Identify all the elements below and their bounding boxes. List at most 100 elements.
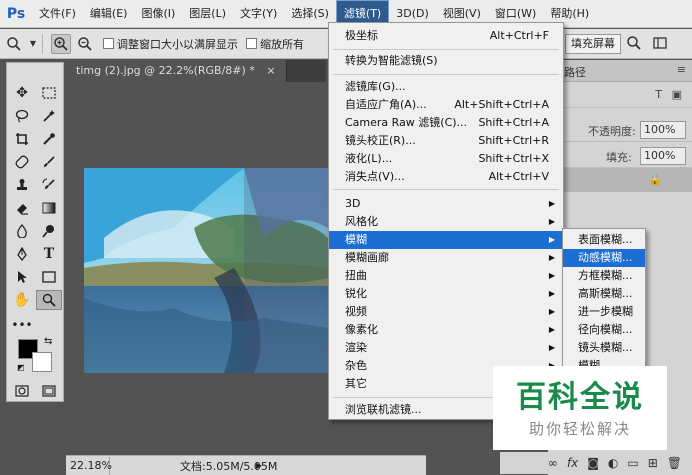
opacity-input[interactable]: 100% xyxy=(640,121,686,139)
opacity-label: 不透明度: xyxy=(588,125,636,138)
type-tool-icon[interactable]: T xyxy=(36,244,62,264)
submenu-arrow-icon: ▶ xyxy=(548,199,555,208)
menu-item-label: 镜头校正(R)... xyxy=(345,134,416,147)
menu-item-liquify[interactable]: 液化(L)... Shift+Ctrl+X xyxy=(329,150,563,168)
panel-menu-icon[interactable]: ≡ xyxy=(677,63,686,76)
group-icon[interactable]: ▭ xyxy=(627,456,638,470)
more-tools-icon[interactable]: ••• xyxy=(9,315,35,335)
layer-mask-icon[interactable]: ◙ xyxy=(587,456,599,470)
default-colors-icon[interactable]: ◩ xyxy=(17,363,25,372)
menu-layer[interactable]: 图层(L) xyxy=(182,0,233,28)
document-tab[interactable]: timg (2).jpg @ 22.2%(RGB/8#) * × xyxy=(66,60,287,82)
layer-row[interactable]: 🔒 xyxy=(548,168,692,192)
dodge-tool-icon[interactable] xyxy=(36,221,62,241)
fill-screen-button[interactable]: 填充屏幕 xyxy=(565,34,621,54)
submenu-arrow-icon: ▶ xyxy=(548,343,555,352)
filter-kind-row: ▣ T xyxy=(548,84,692,108)
submenu-item-radial-blur[interactable]: 径向模糊... xyxy=(563,321,645,339)
menu-item-filter-gallery[interactable]: 滤镜库(G)... xyxy=(329,78,563,96)
menu-item-blur[interactable]: 模糊 ▶ xyxy=(329,231,563,249)
fill-input[interactable]: 100% xyxy=(640,147,686,165)
menu-item-video[interactable]: 视频 ▶ xyxy=(329,303,563,321)
menu-edit[interactable]: 编辑(E) xyxy=(83,0,135,28)
menu-item-render[interactable]: 渲染 ▶ xyxy=(329,339,563,357)
chevron-down-icon[interactable]: ▼ xyxy=(28,34,38,54)
history-brush-tool-icon[interactable] xyxy=(36,175,62,195)
crop-tool-icon[interactable] xyxy=(9,129,35,149)
zoom-tool-icon[interactable] xyxy=(36,290,62,310)
checkbox-box[interactable] xyxy=(246,38,257,49)
rectangle-tool-icon[interactable] xyxy=(36,267,62,287)
background-color-swatch[interactable] xyxy=(32,352,52,372)
menu-item-label: 模糊画廊 xyxy=(345,251,389,264)
chevron-right-icon[interactable]: ▶ xyxy=(256,461,262,470)
menu-item-stylize[interactable]: 风格化 ▶ xyxy=(329,213,563,231)
magic-wand-tool-icon[interactable] xyxy=(36,106,62,126)
submenu-item-surface-blur[interactable]: 表面模糊... xyxy=(563,231,645,249)
fill-label: 填充: xyxy=(606,151,632,164)
layers-panel-footer: ∞ fx ◙ ◐ ▭ ⊞ 🗑 xyxy=(500,452,692,474)
menu-item-lens-correction[interactable]: 镜头校正(R)... Shift+Ctrl+R xyxy=(329,132,563,150)
zoom-out-icon[interactable] xyxy=(75,34,95,54)
pen-tool-icon[interactable] xyxy=(9,244,35,264)
document-size: 文档:5.05M/5.05M xyxy=(180,459,278,473)
search-icon[interactable] xyxy=(624,33,644,53)
submenu-item-motion-blur[interactable]: 动感模糊... xyxy=(563,249,645,267)
checkbox-box[interactable] xyxy=(103,38,114,49)
panel-tab-bar: 路径 ≡ xyxy=(548,60,692,82)
adjustment-layer-icon[interactable]: ◐ xyxy=(608,456,618,470)
blur-submenu: 表面模糊... 动感模糊... 方框模糊... 高斯模糊... 进一步模糊 径向… xyxy=(562,228,646,369)
blur-tool-icon[interactable] xyxy=(9,221,35,241)
link-layers-icon[interactable]: ∞ xyxy=(548,456,558,470)
menu-item-adaptive-wide-angle[interactable]: 自适应广角(A)... Alt+Shift+Ctrl+A xyxy=(329,96,563,114)
path-selection-tool-icon[interactable] xyxy=(9,267,35,287)
menu-item-blur-gallery[interactable]: 模糊画廊 ▶ xyxy=(329,249,563,267)
zoom-level-field[interactable]: 22.18% xyxy=(66,456,112,475)
canvas-image[interactable] xyxy=(84,168,328,373)
quick-mask-icon[interactable] xyxy=(9,381,35,401)
menu-item-distort[interactable]: 扭曲 ▶ xyxy=(329,267,563,285)
hand-tool-icon[interactable]: ✋ xyxy=(9,290,35,310)
lasso-tool-icon[interactable] xyxy=(9,106,35,126)
submenu-item-blur-more[interactable]: 进一步模糊 xyxy=(563,303,645,321)
layer-style-icon[interactable]: fx xyxy=(567,456,578,470)
new-layer-icon[interactable]: ⊞ xyxy=(648,456,658,470)
zoom-tool-preset-icon[interactable] xyxy=(4,34,24,54)
close-icon[interactable]: × xyxy=(266,64,275,77)
menu-item-convert-smart-filter[interactable]: 转换为智能滤镜(S) xyxy=(329,52,563,70)
resize-windows-checkbox[interactable]: 调整窗口大小以满屏显示 xyxy=(103,36,238,52)
menu-item-camera-raw[interactable]: Camera Raw 滤镜(C)... Shift+Ctrl+A xyxy=(329,114,563,132)
zoom-in-icon[interactable] xyxy=(51,33,71,54)
workspace-icon[interactable] xyxy=(650,33,670,53)
eyedropper-tool-icon[interactable] xyxy=(36,129,62,149)
menu-file[interactable]: 文件(F) xyxy=(32,0,83,28)
marquee-tool-icon[interactable] xyxy=(36,83,62,103)
filter-toggle-icon[interactable]: ▣ xyxy=(672,88,682,101)
menu-image[interactable]: 图像(I) xyxy=(134,0,182,28)
submenu-item-box-blur[interactable]: 方框模糊... xyxy=(563,267,645,285)
menu-item-vanishing-point[interactable]: 消失点(V)... Alt+Ctrl+V xyxy=(329,168,563,186)
submenu-arrow-icon: ▶ xyxy=(548,235,555,244)
paths-tab[interactable]: 路径 xyxy=(564,64,586,80)
menu-item-sharpen[interactable]: 锐化 ▶ xyxy=(329,285,563,303)
swap-colors-icon[interactable]: ⇆ xyxy=(44,336,52,347)
zoom-all-checkbox[interactable]: 缩放所有 xyxy=(246,36,304,52)
submenu-item-lens-blur[interactable]: 镜头模糊... xyxy=(563,339,645,357)
screen-mode-icon[interactable] xyxy=(36,381,62,401)
submenu-arrow-icon: ▶ xyxy=(548,271,555,280)
trash-icon[interactable]: 🗑 xyxy=(667,456,682,470)
menu-type[interactable]: 文字(Y) xyxy=(233,0,284,28)
gradient-tool-icon[interactable] xyxy=(36,198,62,218)
healing-brush-tool-icon[interactable] xyxy=(9,152,35,172)
menu-item-pixelate[interactable]: 像素化 ▶ xyxy=(329,321,563,339)
brush-tool-icon[interactable] xyxy=(36,152,62,172)
document-tab-bar: timg (2).jpg @ 22.2%(RGB/8#) * × xyxy=(66,60,326,82)
text-filter-icon[interactable]: T xyxy=(655,88,662,101)
menu-item-polar-coordinates[interactable]: 极坐标 Alt+Ctrl+F xyxy=(329,27,563,45)
clone-stamp-tool-icon[interactable] xyxy=(9,175,35,195)
eraser-tool-icon[interactable] xyxy=(9,198,35,218)
submenu-item-gaussian-blur[interactable]: 高斯模糊... xyxy=(563,285,645,303)
menu-item-3d[interactable]: 3D ▶ xyxy=(329,195,563,213)
menu-item-label: 视频 xyxy=(345,305,367,318)
move-tool-icon[interactable]: ✥ xyxy=(9,83,35,103)
